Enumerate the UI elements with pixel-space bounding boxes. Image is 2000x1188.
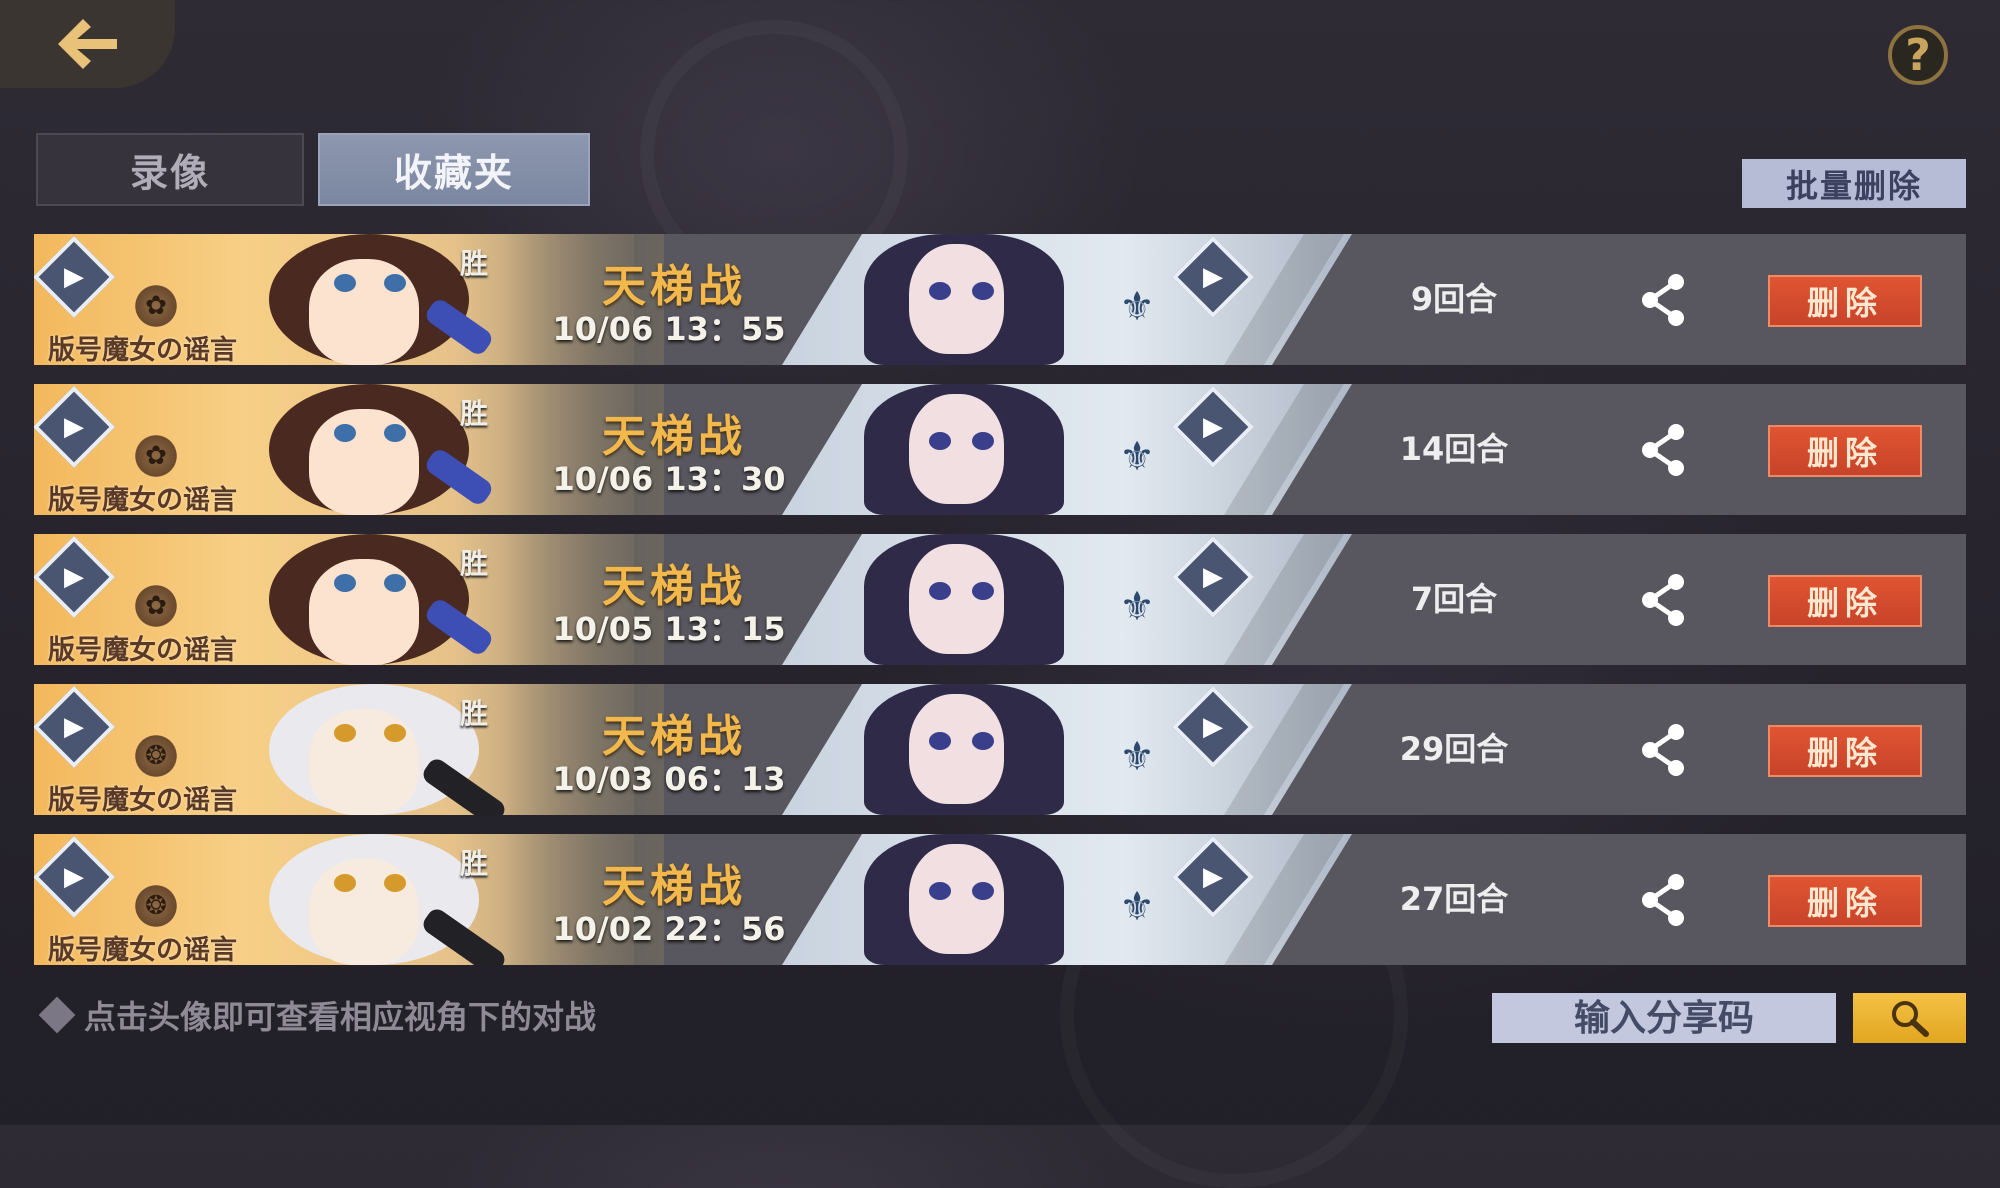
help-icon: ? — [1905, 29, 1931, 81]
record-row: ▶ ❂ 版号魔女の谣言 胜 天梯战 10/02 22：56 ⚜ ▶ 27回合 删… — [34, 834, 1966, 965]
record-row: ▶ ✿ 版号魔女の谣言 胜 天梯战 10/06 13：55 ⚜ ▶ 9回合 删除 — [34, 234, 1966, 365]
record-row: ▶ ✿ 版号魔女の谣言 胜 天梯战 10/06 13：30 ⚜ ▶ 14回合 删… — [34, 384, 1966, 515]
record-row: ▶ ✿ 版号魔女の谣言 胜 天梯战 10/05 13：15 ⚜ ▶ 7回合 删除 — [34, 534, 1966, 665]
battle-time: 10/06 13：55 — [552, 310, 786, 348]
delete-label: 删除 — [1806, 584, 1883, 622]
player-name: 版号魔女の谣言 — [48, 635, 237, 665]
opponent-faction-icon: ⚜ — [1119, 434, 1155, 480]
share-icon[interactable] — [1634, 872, 1694, 928]
rounds-count: 27回合 — [1399, 880, 1509, 918]
delete-label: 删除 — [1806, 284, 1883, 322]
player-name: 版号魔女の谣言 — [48, 935, 237, 965]
result-label: 胜 — [460, 847, 489, 880]
hint-label: 点击头像即可查看相应视角下的对战 — [84, 998, 597, 1036]
share-icon[interactable] — [1634, 422, 1694, 478]
opponent-avatar[interactable] — [854, 684, 1074, 815]
opponent-faction-icon: ⚜ — [1119, 884, 1155, 930]
delete-button[interactable]: 删除 — [1768, 575, 1922, 627]
player-name: 版号魔女の谣言 — [48, 785, 237, 815]
faction-emblem-icon: ✿ — [132, 582, 180, 630]
delete-label: 删除 — [1806, 884, 1883, 922]
batch-delete-button[interactable]: 批量删除 — [1742, 159, 1966, 208]
back-button[interactable] — [0, 0, 175, 88]
delete-button[interactable]: 删除 — [1768, 425, 1922, 477]
player-name: 版号魔女の谣言 — [48, 485, 237, 515]
result-label: 胜 — [460, 247, 489, 280]
battle-time: 10/03 06：13 — [552, 760, 786, 798]
delete-button[interactable]: 删除 — [1768, 875, 1922, 927]
delete-button[interactable]: 删除 — [1768, 725, 1922, 777]
back-arrow-icon — [57, 19, 117, 69]
tab-label: 收藏夹 — [393, 151, 514, 195]
record-list: ▶ ✿ 版号魔女の谣言 胜 天梯战 10/06 13：55 ⚜ ▶ 9回合 删除 — [34, 234, 1966, 984]
opponent-avatar[interactable] — [854, 234, 1074, 365]
rounds-count: 14回合 — [1399, 430, 1509, 468]
tab-recordings[interactable]: 录像 — [36, 133, 304, 206]
share-icon[interactable] — [1634, 722, 1694, 778]
delete-label: 删除 — [1806, 434, 1883, 472]
share-icon[interactable] — [1634, 272, 1694, 328]
record-row: ▶ ❂ 版号魔女の谣言 胜 天梯战 10/03 06：13 ⚜ ▶ 29回合 删… — [34, 684, 1966, 815]
opponent-faction-icon: ⚜ — [1119, 734, 1155, 780]
opponent-avatar[interactable] — [854, 534, 1074, 665]
battle-time: 10/06 13：30 — [552, 460, 786, 498]
batch-delete-label: 批量删除 — [1785, 166, 1922, 205]
search-button[interactable] — [1853, 993, 1966, 1043]
tab-favorites[interactable]: 收藏夹 — [318, 133, 590, 206]
faction-emblem-icon: ❂ — [132, 882, 180, 930]
result-label: 胜 — [460, 547, 489, 580]
faction-emblem-icon: ❂ — [132, 732, 180, 780]
opponent-avatar[interactable] — [854, 384, 1074, 515]
opponent-avatar[interactable] — [854, 834, 1074, 965]
battle-time: 10/02 22：56 — [552, 910, 786, 948]
share-code-input[interactable] — [1492, 993, 1836, 1043]
opponent-faction-icon: ⚜ — [1119, 584, 1155, 630]
help-button[interactable]: ? — [1888, 25, 1948, 85]
faction-emblem-icon: ✿ — [132, 432, 180, 480]
tab-label: 录像 — [129, 151, 210, 195]
player-name: 版号魔女の谣言 — [48, 335, 237, 365]
opponent-faction-icon: ⚜ — [1119, 284, 1155, 330]
search-icon — [1891, 1001, 1929, 1037]
delete-label: 删除 — [1806, 734, 1883, 772]
rounds-count: 7回合 — [1410, 580, 1498, 618]
delete-button[interactable]: 删除 — [1768, 275, 1922, 327]
share-icon[interactable] — [1634, 572, 1694, 628]
rounds-count: 9回合 — [1410, 280, 1498, 318]
diamond-icon — [38, 996, 76, 1034]
result-label: 胜 — [460, 697, 489, 730]
faction-emblem-icon: ✿ — [132, 282, 180, 330]
hint-text: 点击头像即可查看相应视角下的对战 — [38, 992, 597, 1038]
result-label: 胜 — [460, 397, 489, 430]
battle-time: 10/05 13：15 — [552, 610, 786, 648]
rounds-count: 29回合 — [1399, 730, 1509, 768]
